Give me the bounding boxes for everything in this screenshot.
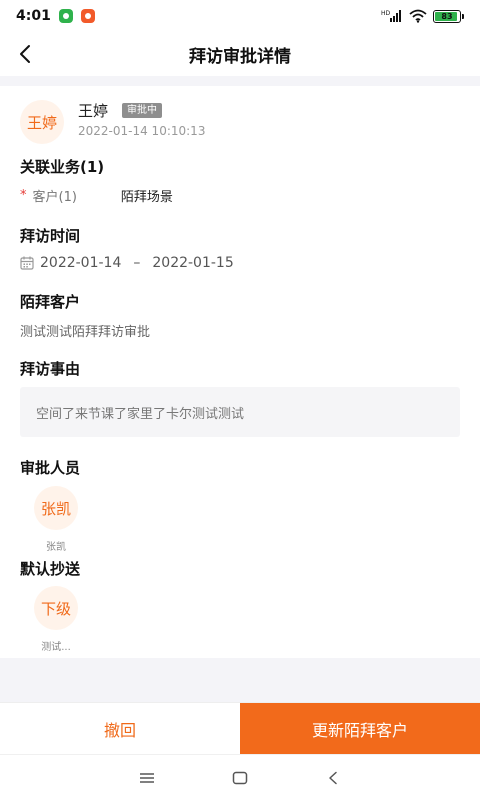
wifi-icon [409,9,427,23]
visit-reason-title: 拜访事由 [20,360,81,378]
menu-icon [139,772,154,783]
cold-customer-title: 陌拜客户 [20,293,81,311]
cold-customer-value: 测试测试陌拜拜访审批 [20,325,151,340]
status-indicators: HD 83 [381,9,464,23]
visit-time-row: 2022-01-14 – 2022-01-15 [20,255,234,271]
status-badge: 审批中 [122,102,163,118]
detail-content: 王婷 王婷 审批中 2022-01-14 10:10:13 关联业务(1) * … [0,86,480,658]
revoke-button[interactable]: 撤回 [0,703,240,755]
required-mark: * [20,188,27,203]
approvers-title: 审批人员 [20,459,81,477]
cc-item[interactable]: 下级 测试... [31,586,81,653]
approver-item[interactable]: 张凯 张凯 [31,486,81,553]
calendar-icon [20,256,34,270]
visit-approval-detail-page: 4:01 HD 83 拜访审批详情 王婷 王婷 审批中 2022-01-14 1… [0,0,480,800]
related-business-row[interactable]: * 客户(1) 陌拜场景 [20,186,173,205]
page-title: 拜访审批详情 [189,46,291,67]
status-time: 4:01 [16,8,51,24]
back-arrow-icon [329,771,338,784]
visit-reason-text: 空间了来节课了家里了卡尔测试测试 [36,406,245,422]
update-cold-customer-button[interactable]: 更新陌拜客户 [240,703,480,755]
cc-avatar: 下级 [34,586,78,630]
weibo-notification-icon [80,9,95,23]
svg-text:HD: HD [381,10,391,17]
visit-reason-box: 空间了来节课了家里了卡尔测试测试 [20,387,460,437]
approver-avatar: 张凯 [34,486,78,530]
applicant-avatar: 王婷 [20,100,64,144]
menu-button[interactable] [127,758,167,798]
cc-title: 默认抄送 [20,560,81,578]
applicant-info: 王婷 审批中 2022-01-14 10:10:13 [78,100,206,139]
app-header: 拜访审批详情 [0,32,480,76]
action-bar: 撤回 更新陌拜客户 [0,702,480,755]
home-button[interactable] [220,758,260,798]
applicant-name: 王婷 [78,101,109,120]
bottom-spacer [0,658,480,702]
system-nav-bar [0,754,480,800]
home-square-icon [232,771,248,784]
cc-name: 测试... [41,642,71,653]
related-business-label: 客户(1) [32,190,77,205]
approver-name: 张凯 [46,542,66,553]
chevron-left-icon [20,45,30,63]
wechat-notification-icon [58,9,73,23]
date-separator: – [133,255,141,271]
applicant-card: 王婷 王婷 审批中 2022-01-14 10:10:13 [20,100,205,144]
visit-start-date: 2022-01-14 [40,255,122,271]
visit-end-date: 2022-01-15 [152,255,234,271]
header-divider [0,76,480,86]
visit-time-title: 拜访时间 [20,227,81,245]
signal-icon: HD [381,10,401,22]
back-button[interactable] [10,38,42,70]
battery-level: 83 [441,11,453,21]
related-business-value: 陌拜场景 [120,190,173,205]
battery-icon: 83 [433,9,464,23]
applicant-time: 2022-01-14 10:10:13 [78,124,206,138]
system-back-button[interactable] [313,758,353,798]
related-business-title: 关联业务(1) [20,158,105,176]
status-bar: 4:01 HD 83 [0,0,480,32]
